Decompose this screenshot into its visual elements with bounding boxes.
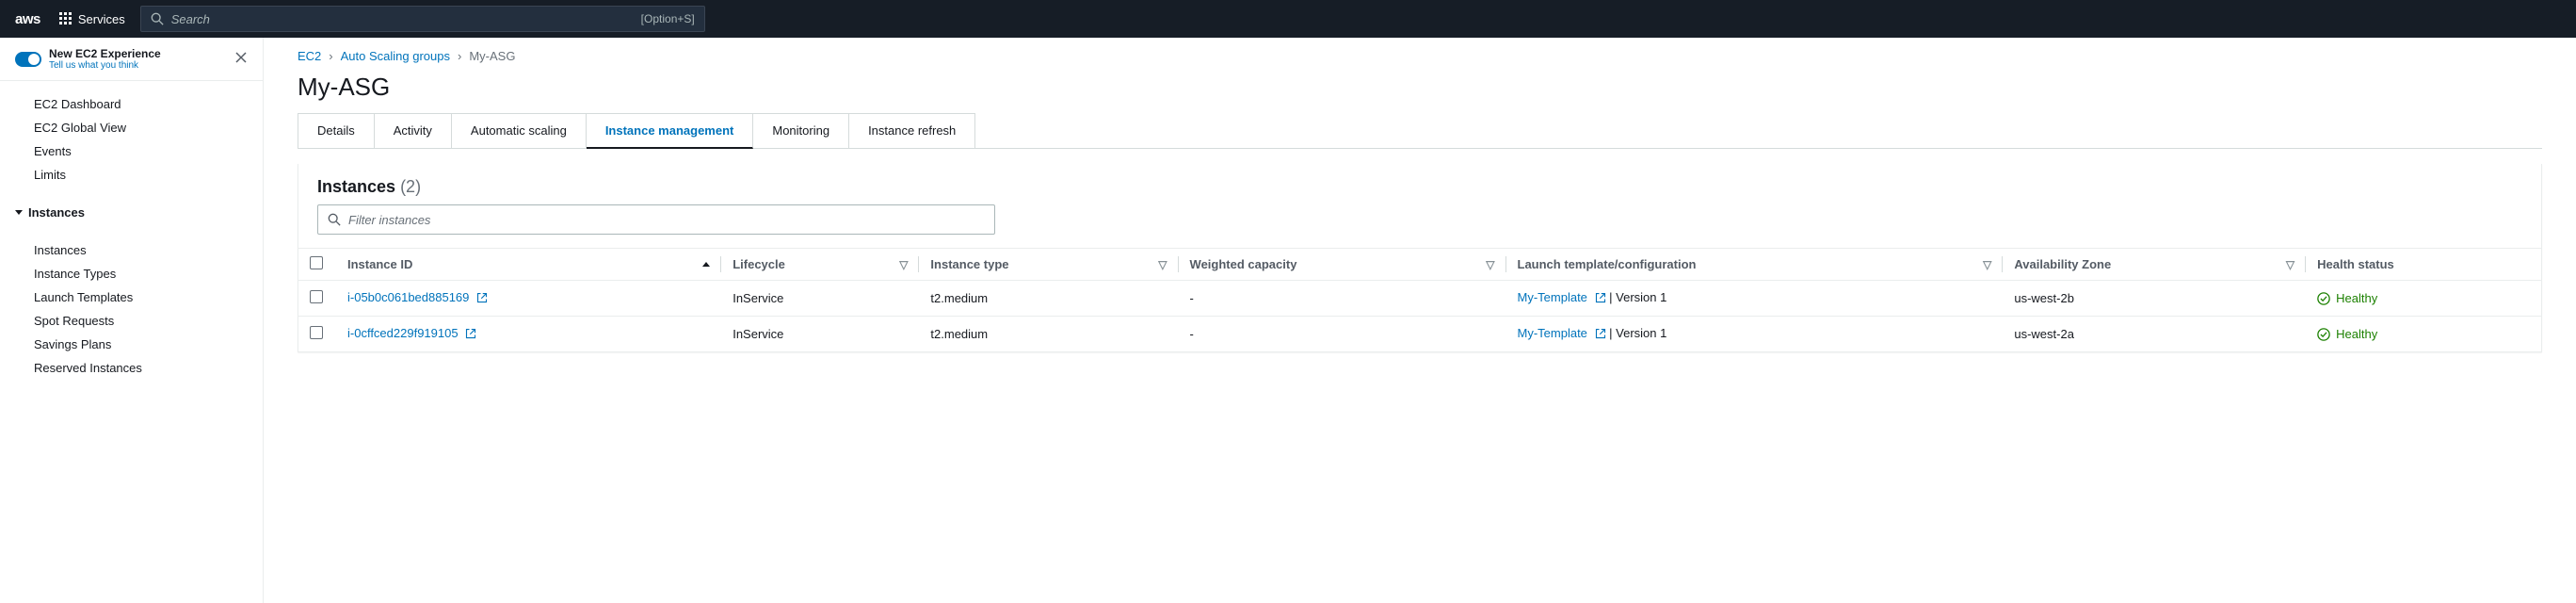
sidebar-item-spot-requests[interactable]: Spot Requests: [0, 309, 263, 333]
instance-id-link[interactable]: i-0cffced229f919105: [347, 326, 459, 340]
external-link-icon[interactable]: [1595, 328, 1606, 342]
az-value: us-west-2b: [2003, 281, 2306, 317]
select-all-checkbox[interactable]: [310, 256, 323, 269]
instances-panel: Instances (2) Instance ID: [298, 164, 2542, 352]
panel-header: Instances (2): [298, 164, 2541, 204]
sidebar: New EC2 Experience Tell us what you thin…: [0, 38, 264, 603]
sort-icon: ▽: [899, 258, 908, 271]
lifecycle-value: InService: [721, 317, 919, 352]
new-experience-toggle: New EC2 Experience Tell us what you thin…: [0, 38, 263, 81]
external-link-icon[interactable]: [476, 292, 488, 306]
health-status: Healthy: [2317, 291, 2530, 305]
chevron-right-icon: ›: [458, 49, 461, 63]
sidebar-item-instances[interactable]: Instances: [0, 238, 263, 262]
sidebar-item-launch-templates[interactable]: Launch Templates: [0, 285, 263, 309]
tab-details[interactable]: Details: [298, 113, 375, 148]
sort-icon: ▽: [2286, 258, 2294, 271]
row-checkbox[interactable]: [310, 326, 323, 339]
lifecycle-value: InService: [721, 281, 919, 317]
search-input[interactable]: [171, 12, 641, 26]
col-weighted[interactable]: Weighted capacity▽: [1179, 249, 1506, 281]
breadcrumb: EC2 › Auto Scaling groups › My-ASG: [298, 49, 2542, 63]
grid-icon: [59, 12, 72, 25]
health-status: Healthy: [2317, 327, 2530, 341]
row-checkbox[interactable]: [310, 290, 323, 303]
section-header-label: Instances: [28, 205, 85, 220]
close-icon[interactable]: [234, 51, 248, 67]
template-version: | Version 1: [1609, 326, 1666, 340]
tab-instance-refresh[interactable]: Instance refresh: [849, 113, 975, 148]
col-health[interactable]: Health status: [2306, 249, 2541, 281]
type-value: t2.medium: [919, 317, 1178, 352]
filter-input[interactable]: [348, 213, 985, 227]
tabs: Details Activity Automatic scaling Insta…: [298, 113, 2542, 149]
breadcrumb-current: My-ASG: [469, 49, 515, 63]
tab-automatic-scaling[interactable]: Automatic scaling: [452, 113, 587, 148]
breadcrumb-ec2[interactable]: EC2: [298, 49, 321, 63]
sidebar-item-events[interactable]: Events: [0, 139, 263, 163]
tab-instance-management[interactable]: Instance management: [587, 113, 754, 149]
instances-table: Instance ID Lifecycle▽ Instance type▽ We…: [298, 248, 2541, 351]
search-icon: [151, 12, 164, 25]
sidebar-item-dashboard[interactable]: EC2 Dashboard: [0, 92, 263, 116]
panel-count: (2): [400, 177, 421, 196]
toggle-switch[interactable]: [15, 52, 41, 67]
template-link[interactable]: My-Template: [1518, 326, 1587, 340]
col-lifecycle[interactable]: Lifecycle▽: [721, 249, 919, 281]
tab-monitoring[interactable]: Monitoring: [753, 113, 849, 148]
services-button[interactable]: Services: [59, 12, 125, 26]
tab-activity[interactable]: Activity: [375, 113, 452, 148]
top-nav: aws Services [Option+S]: [0, 0, 2576, 38]
sort-icon: ▽: [1486, 258, 1494, 271]
aws-logo[interactable]: aws: [15, 11, 40, 27]
weighted-value: -: [1179, 281, 1506, 317]
weighted-value: -: [1179, 317, 1506, 352]
sidebar-item-global-view[interactable]: EC2 Global View: [0, 116, 263, 139]
sidebar-section-instances[interactable]: Instances: [0, 198, 263, 227]
services-label: Services: [78, 12, 125, 26]
page-title: My-ASG: [298, 73, 2542, 102]
global-search[interactable]: [Option+S]: [140, 6, 705, 32]
template-link[interactable]: My-Template: [1518, 290, 1587, 304]
breadcrumb-asg[interactable]: Auto Scaling groups: [341, 49, 450, 63]
search-icon: [328, 213, 341, 226]
filter-instances[interactable]: [317, 204, 995, 235]
check-circle-icon: [2317, 292, 2330, 305]
table-row: i-05b0c061bed885169 InService t2.medium …: [298, 281, 2541, 317]
caret-down-icon: [15, 210, 23, 215]
instance-id-link[interactable]: i-05b0c061bed885169: [347, 290, 469, 304]
chevron-right-icon: ›: [329, 49, 332, 63]
type-value: t2.medium: [919, 281, 1178, 317]
check-circle-icon: [2317, 328, 2330, 341]
template-version: | Version 1: [1609, 290, 1666, 304]
main-content: EC2 › Auto Scaling groups › My-ASG My-AS…: [264, 38, 2576, 603]
col-launch-template[interactable]: Launch template/configuration▽: [1506, 249, 2004, 281]
panel-title: Instances: [317, 177, 395, 196]
toggle-title: New EC2 Experience: [49, 47, 161, 60]
col-checkbox: [298, 249, 336, 281]
sort-icon: ▽: [1158, 258, 1167, 271]
col-instance-type[interactable]: Instance type▽: [919, 249, 1178, 281]
col-az[interactable]: Availability Zone▽: [2003, 249, 2306, 281]
sort-asc-icon: [702, 262, 710, 267]
col-instance-id[interactable]: Instance ID: [336, 249, 721, 281]
sidebar-item-reserved-instances[interactable]: Reserved Instances: [0, 356, 263, 380]
toggle-feedback-link[interactable]: Tell us what you think: [49, 60, 161, 71]
sidebar-item-instance-types[interactable]: Instance Types: [0, 262, 263, 285]
sidebar-item-limits[interactable]: Limits: [0, 163, 263, 187]
external-link-icon[interactable]: [465, 328, 476, 342]
table-row: i-0cffced229f919105 InService t2.medium …: [298, 317, 2541, 352]
sidebar-item-savings-plans[interactable]: Savings Plans: [0, 333, 263, 356]
external-link-icon[interactable]: [1595, 292, 1606, 306]
sort-icon: ▽: [1983, 258, 1991, 271]
az-value: us-west-2a: [2003, 317, 2306, 352]
search-hint: [Option+S]: [641, 12, 695, 25]
